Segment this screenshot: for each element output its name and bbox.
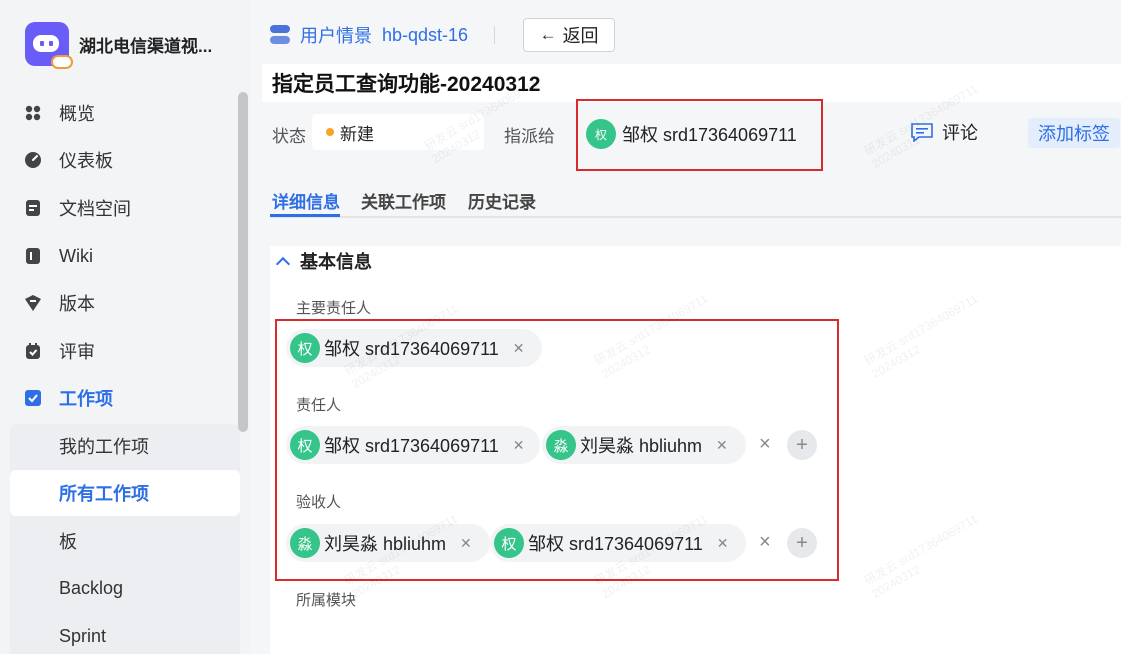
sidebar-item-overview[interactable]: 概览 (10, 90, 240, 136)
document-icon (24, 199, 42, 217)
tab-history[interactable]: 历史记录 (468, 188, 536, 213)
divider (494, 26, 496, 44)
comment-icon (910, 122, 934, 143)
wiki-icon (24, 247, 42, 265)
sidebar-item-documents[interactable]: 文档空间 (10, 185, 240, 231)
project-brand[interactable]: 湖北电信渠道视... (25, 22, 213, 69)
sidebar-item-label: 仪表板 (59, 151, 113, 171)
sidebar-item-wiki[interactable]: Wiki (10, 233, 240, 279)
sidebar-item-review[interactable]: 评审 (10, 328, 240, 374)
sidebar-subitem-label: 板 (59, 532, 77, 552)
active-tab-indicator (270, 214, 340, 217)
chevron-up-icon (275, 256, 291, 272)
back-button[interactable]: ← 返回 (523, 18, 616, 52)
status-value: 新建 (340, 124, 374, 144)
workitem-title[interactable]: 指定员工查询功能-20240312 (262, 64, 1121, 102)
project-logo-icon (25, 22, 73, 69)
breadcrumb: 用户情景 hb-qdst-16 ← 返回 (270, 18, 616, 52)
arrow-left-icon: ← (539, 25, 557, 44)
project-name: 湖北电信渠道视... (79, 36, 213, 56)
status-dot-icon (326, 128, 334, 136)
sidebar-subitem-label: 所有工作项 (59, 484, 149, 504)
highlight-people-box (275, 319, 839, 581)
title-text: 指定员工查询功能-20240312 (272, 73, 541, 96)
workitem-id[interactable]: hb-qdst-16 (382, 25, 468, 46)
tab-related-workitems[interactable]: 关联工作项 (361, 188, 446, 213)
workitem-type-link[interactable]: 用户情景 (300, 22, 372, 48)
workitem-icon (24, 389, 42, 407)
sidebar-item-label: 文档空间 (59, 199, 131, 219)
main-content: 用户情景 hb-qdst-16 ← 返回 指定员工查询功能-20240312 状… (250, 0, 1121, 654)
sidebar-subitem-my-workitems[interactable]: 我的工作项 (10, 423, 240, 469)
detail-tabs: 详细信息 关联工作项 历史记录 (270, 184, 1121, 218)
sidebar-item-label: Wiki (59, 245, 93, 266)
comment-button[interactable]: 评论 (910, 119, 978, 145)
main-owner-label: 主要责任人 (296, 300, 372, 317)
sidebar-subitem-backlog[interactable]: Backlog (10, 565, 240, 611)
overview-icon (24, 104, 42, 122)
sidebar-subitem-label: 我的工作项 (59, 437, 149, 457)
sidebar-item-label: 评审 (59, 342, 95, 362)
comment-label: 评论 (942, 123, 978, 143)
tab-details[interactable]: 详细信息 (272, 188, 340, 213)
back-label: 返回 (562, 26, 599, 46)
sidebar-subitem-sprint[interactable]: Sprint (10, 613, 240, 654)
highlight-assignee-box (576, 99, 823, 171)
sidebar-scrollbar[interactable] (238, 92, 248, 432)
sidebar-subitem-all-workitems[interactable]: 所有工作项 (10, 470, 240, 516)
sidebar: 湖北电信渠道视... 概览 仪表板 文档空间 Wiki 版本 评审 工作项 我的… (0, 0, 250, 654)
sidebar-subitem-board[interactable]: 板 (10, 518, 240, 564)
assign-label: 指派给 (504, 127, 555, 146)
sidebar-item-label: 工作项 (59, 389, 113, 409)
dashboard-icon (24, 151, 42, 169)
basic-info-header[interactable]: 基本信息 (275, 248, 372, 274)
review-icon (24, 342, 42, 360)
status-select[interactable]: 新建 (312, 114, 484, 150)
section-title: 基本信息 (300, 252, 372, 272)
sidebar-item-workitems[interactable]: 工作项 (10, 375, 240, 421)
sidebar-subitem-label: Backlog (59, 577, 124, 598)
status-label: 状态 (272, 127, 306, 146)
module-label: 所属模块 (296, 592, 357, 609)
sidebar-item-dashboard[interactable]: 仪表板 (10, 137, 240, 183)
sidebar-subitem-label: Sprint (59, 625, 107, 646)
version-icon (24, 294, 42, 312)
add-tag-button[interactable]: 添加标签 (1028, 118, 1120, 148)
user-story-icon (270, 25, 290, 45)
add-tag-label: 添加标签 (1038, 124, 1110, 144)
sidebar-item-label: 版本 (59, 294, 95, 314)
sidebar-item-version[interactable]: 版本 (10, 280, 240, 326)
sidebar-item-label: 概览 (59, 104, 95, 124)
